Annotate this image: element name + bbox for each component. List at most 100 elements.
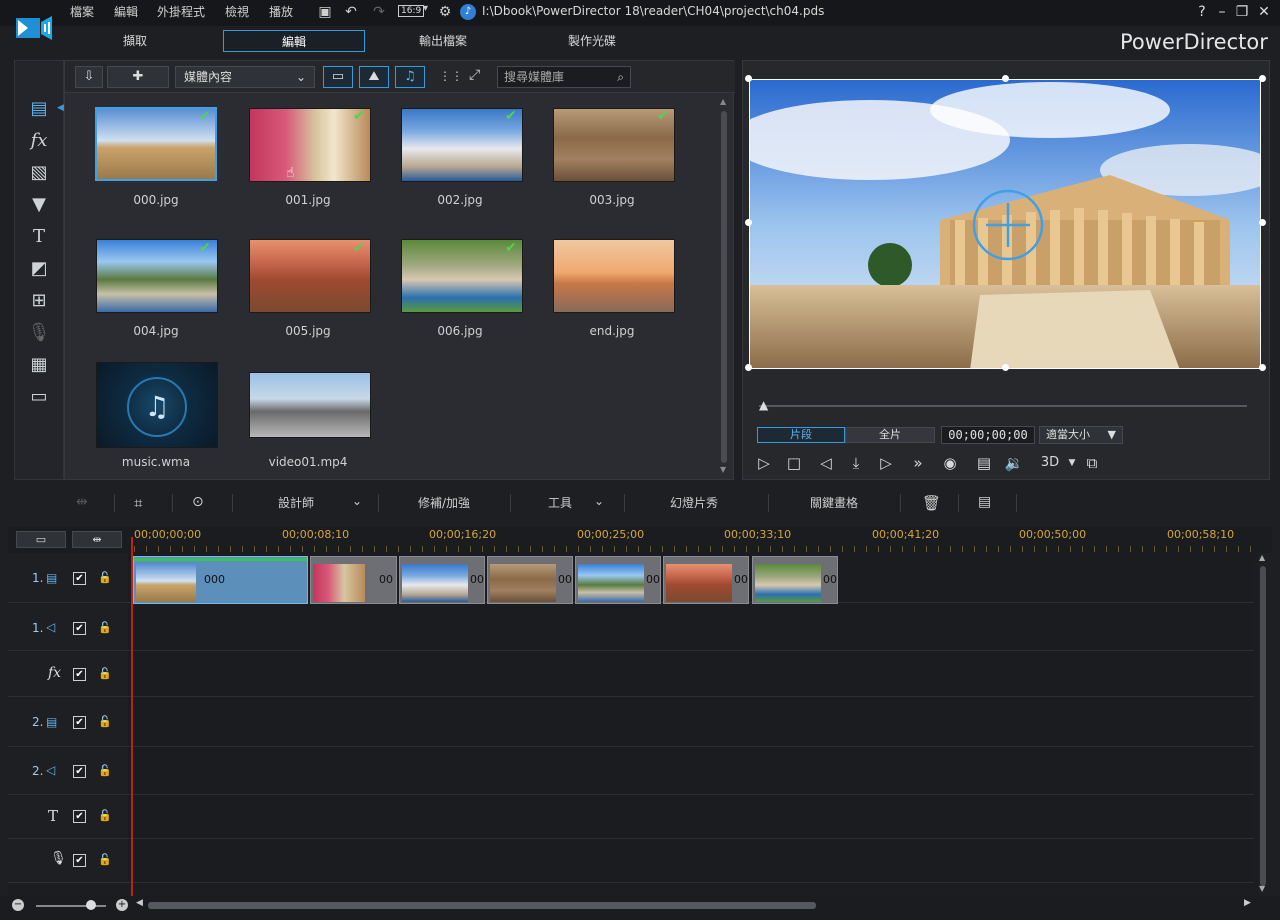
- menu-edit[interactable]: 編輯: [114, 3, 138, 20]
- track-lane-audio-2[interactable]: [128, 747, 1254, 795]
- notification-bell-icon[interactable]: ♪: [460, 4, 476, 20]
- track-lane-audio-1[interactable]: [128, 603, 1254, 651]
- fit-timeline-icon[interactable]: ⇹: [72, 531, 122, 548]
- import-media-icon[interactable]: ⇩: [75, 66, 103, 88]
- scroll-right-icon[interactable]: ▶: [1244, 898, 1251, 908]
- subtitle-room-icon[interactable]: ▭: [25, 385, 53, 409]
- track-lane-voice[interactable]: [128, 839, 1254, 883]
- zoom-slider-thumb[interactable]: [86, 900, 96, 910]
- menu-play[interactable]: 播放: [269, 3, 293, 20]
- chevron-down-icon[interactable]: ⌄: [594, 494, 604, 508]
- menu-plugins[interactable]: 外掛程式: [157, 3, 205, 20]
- designer-menu[interactable]: 設計師: [278, 494, 314, 511]
- fix-enhance-button[interactable]: 修補/加強: [418, 494, 470, 511]
- chapter-room-icon[interactable]: ▦: [25, 353, 53, 377]
- menu-file[interactable]: 檔案: [70, 3, 94, 20]
- audio-mixing-room-icon[interactable]: ⊞: [25, 289, 53, 313]
- video-filter-icon[interactable]: ▭: [323, 66, 353, 88]
- timeline-horizontal-scrollbar[interactable]: [148, 902, 816, 909]
- track-lock-icon[interactable]: 🔓: [98, 810, 112, 822]
- help-button[interactable]: ?: [1192, 2, 1212, 22]
- previous-frame-icon[interactable]: ◁: [815, 453, 837, 473]
- undo-icon[interactable]: ↶: [342, 3, 360, 21]
- media-thumb-end[interactable]: [553, 239, 675, 313]
- mark-in-icon[interactable]: ⤓: [845, 453, 867, 473]
- scroll-up-icon[interactable]: ▲: [720, 97, 726, 106]
- resize-handle[interactable]: [1002, 75, 1009, 82]
- track-enable-checkbox[interactable]: ✔: [73, 810, 86, 823]
- track-enable-checkbox[interactable]: ✔: [73, 716, 86, 729]
- timecode-display[interactable]: 00;00;00;00: [941, 426, 1035, 444]
- plugins-icon[interactable]: ✚: [107, 66, 169, 88]
- track-manager-icon[interactable]: ▭: [16, 531, 66, 548]
- fix-enhance-circle-icon[interactable]: ⊙: [192, 494, 204, 510]
- tools-menu[interactable]: 工具: [548, 494, 572, 511]
- media-type-dropdown[interactable]: 媒體內容 ⌄: [175, 66, 315, 88]
- save-icon[interactable]: ▣: [316, 3, 334, 21]
- aspect-ratio-button[interactable]: 16:9: [398, 5, 425, 17]
- image-filter-icon[interactable]: ⛰: [359, 66, 389, 88]
- library-scrollbar[interactable]: [721, 111, 727, 463]
- scroll-left-icon[interactable]: ◀: [136, 898, 143, 908]
- more-features-icon[interactable]: ▤: [978, 494, 991, 510]
- play-icon[interactable]: ▷: [753, 453, 775, 473]
- split-icon[interactable]: ⇹: [76, 494, 88, 510]
- track-enable-checkbox[interactable]: ✔: [73, 622, 86, 635]
- timeline-clip[interactable]: 00: [663, 556, 749, 604]
- slideshow-button[interactable]: 幻燈片秀: [670, 494, 718, 511]
- transition-room-icon[interactable]: ◩: [25, 257, 53, 281]
- media-thumb-video01[interactable]: [249, 372, 371, 438]
- seek-thumb-icon[interactable]: ▲: [759, 398, 768, 412]
- track-lock-icon[interactable]: 🔓: [98, 716, 112, 728]
- subtitle-icon[interactable]: ▤: [973, 453, 995, 473]
- resize-handle[interactable]: [1259, 364, 1266, 371]
- minimize-button[interactable]: –: [1212, 2, 1232, 22]
- timeline-clip[interactable]: 00: [487, 556, 573, 604]
- expand-view-icon[interactable]: ⤢: [469, 67, 480, 83]
- track-lock-icon[interactable]: 🔓: [98, 572, 112, 584]
- track-lock-icon[interactable]: 🔓: [98, 765, 112, 777]
- clip-mode-button[interactable]: 片段: [757, 427, 845, 443]
- resize-handle[interactable]: [1259, 75, 1266, 82]
- chevron-down-icon[interactable]: ⌄: [352, 494, 362, 508]
- track-lock-icon[interactable]: 🔓: [98, 668, 112, 680]
- search-icon[interactable]: ⌕: [617, 67, 624, 87]
- delete-trash-icon[interactable]: 🗑: [922, 494, 941, 512]
- timeline-clip[interactable]: 00: [575, 556, 661, 604]
- movie-mode-button[interactable]: 全片: [845, 427, 935, 443]
- voice-over-room-icon[interactable]: 🎙: [25, 321, 53, 345]
- scroll-down-icon[interactable]: ▼: [1259, 884, 1265, 893]
- track-enable-checkbox[interactable]: ✔: [73, 668, 86, 681]
- title-room-icon[interactable]: T: [25, 225, 53, 249]
- fast-forward-icon[interactable]: »: [907, 453, 929, 473]
- settings-gear-icon[interactable]: ⚙: [436, 3, 454, 21]
- search-input[interactable]: 搜尋媒體庫 ⌕: [497, 66, 631, 88]
- volume-icon[interactable]: 🔉: [1003, 453, 1025, 473]
- 3d-dropdown-icon[interactable]: ▼: [1061, 453, 1083, 473]
- tab-edit[interactable]: 編輯: [223, 30, 365, 52]
- tab-capture[interactable]: 擷取: [64, 30, 206, 52]
- particle-room-icon[interactable]: ▼: [25, 193, 53, 217]
- track-enable-checkbox[interactable]: ✔: [73, 765, 86, 778]
- resize-handle[interactable]: [1259, 219, 1266, 226]
- view-grid-icon[interactable]: ⋮⋮: [439, 69, 463, 83]
- zoom-in-icon[interactable]: +: [116, 899, 128, 911]
- undock-preview-icon[interactable]: ⧉: [1081, 453, 1103, 473]
- resize-handle[interactable]: [745, 75, 752, 82]
- scroll-down-icon[interactable]: ▼: [720, 465, 726, 474]
- track-lane-video-2[interactable]: [128, 697, 1254, 747]
- menu-view[interactable]: 檢視: [225, 3, 249, 20]
- crop-icon[interactable]: ⌗: [134, 494, 142, 512]
- timeline-clip[interactable]: 000: [133, 556, 308, 604]
- fx-room-icon[interactable]: fx: [25, 129, 53, 153]
- playhead[interactable]: [131, 537, 133, 897]
- redo-icon[interactable]: ↷: [370, 3, 388, 21]
- track-enable-checkbox[interactable]: ✔: [73, 854, 86, 867]
- zoom-out-icon[interactable]: −: [12, 899, 24, 911]
- timeline-clip[interactable]: 00: [310, 556, 397, 604]
- track-lane-fx[interactable]: [128, 651, 1254, 697]
- track-enable-checkbox[interactable]: ✔: [73, 572, 86, 585]
- timeline-clip[interactable]: 00: [752, 556, 838, 604]
- keyframe-button[interactable]: 關鍵畫格: [810, 494, 858, 511]
- track-lock-icon[interactable]: 🔓: [98, 622, 112, 634]
